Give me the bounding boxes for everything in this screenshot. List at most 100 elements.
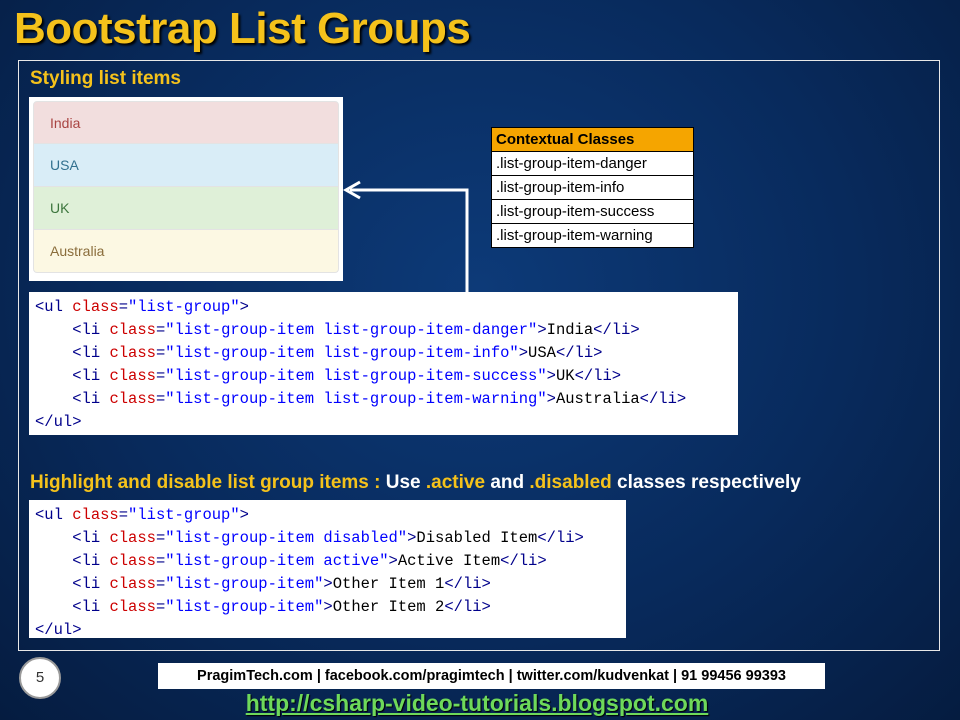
code-token: > [546,367,556,385]
code-token: > [239,298,249,316]
code-token: <ul [35,506,73,524]
code-token: = [155,575,166,593]
contextual-classes-table: Contextual Classes .list-group-item-dang… [491,127,694,248]
code-token: class [109,390,156,408]
table-row: .list-group-item-warning [491,223,694,248]
code-token: Active Item [397,552,501,570]
code-line: <li class="list-group-item list-group-it… [35,342,732,365]
list-group-demo: India USA UK Australia [29,97,343,281]
list-item-danger: India [33,101,339,144]
code-token: Australia [555,390,640,408]
table-row: .list-group-item-danger [491,151,694,176]
code-token: India [546,321,594,339]
code-token: = [155,367,166,385]
code-token: class [109,575,156,593]
code-token: <li [72,552,110,570]
code-token: "list-group-item active" [165,552,389,570]
code-token: </li> [574,367,622,385]
code-token: class [109,552,156,570]
heading-part: .disabled [529,472,612,493]
code-token: <li [72,575,110,593]
code-token: </li> [537,529,584,547]
code-token: </li> [500,552,547,570]
code-token: class [109,598,156,616]
code-token: = [155,321,166,339]
code-token: "list-group-item" [165,598,324,616]
code-line: <li class="list-group-item disabled">Dis… [35,527,620,550]
code-token: "list-group-item list-group-item-info" [165,344,519,362]
list-item-info: USA [33,144,339,187]
code-block-contextual: <ul class="list-group"> <li class="list-… [29,292,738,435]
table-row: .list-group-item-success [491,199,694,224]
heading-part: .active [425,472,486,493]
code-token: > [546,390,556,408]
code-line: <li class="list-group-item active">Activ… [35,550,620,573]
code-token: "list-group-item list-group-item-danger" [165,321,538,339]
code-token: = [155,390,166,408]
code-token: = [118,298,129,316]
code-token: </li> [444,575,491,593]
code-line: <ul class="list-group"> [35,504,620,527]
code-token: </li> [555,344,603,362]
code-token: > [537,321,547,339]
code-line: </ul> [35,619,620,642]
code-token: <li [72,367,110,385]
code-token: = [118,506,129,524]
code-token: class [72,298,119,316]
code-token: </li> [593,321,640,339]
code-block-active-disabled: <ul class="list-group"> <li class="list-… [29,500,626,639]
code-token: </li> [639,390,687,408]
code-token: > [388,552,398,570]
code-line: <li class="list-group-item">Other Item 1… [35,573,620,596]
list-item-success: UK [33,187,339,230]
code-token: UK [555,367,575,385]
footer-contact: PragimTech.com | facebook.com/pragimtech… [158,663,825,689]
code-token: class [109,529,156,547]
code-token: "list-group-item list-group-item-warning… [165,390,547,408]
code-token: <li [72,321,110,339]
table-row: .list-group-item-info [491,175,694,200]
code-token: > [518,344,529,362]
code-token: class [109,321,156,339]
code-token: = [155,529,166,547]
code-token: class [109,344,156,362]
code-token: </ul> [35,413,82,431]
code-line: <li class="list-group-item list-group-it… [35,319,732,342]
section-heading-styling: Styling list items [30,68,181,89]
footer-url-link[interactable]: http://csharp-video-tutorials.blogspot.c… [0,690,954,717]
code-token: class [109,367,156,385]
table-header: Contextual Classes [491,127,694,152]
code-token: </ul> [35,621,82,639]
code-token: "list-group" [128,506,240,524]
heading-part: Highlight and disable list group items : [30,472,386,493]
section-heading-highlight: Highlight and disable list group items :… [30,472,801,494]
code-token: <li [72,598,110,616]
code-line: </ul> [35,411,732,434]
code-token: Other Item 1 [332,575,445,593]
code-token: USA [528,344,556,362]
code-token: "list-group-item" [165,575,324,593]
code-token: "list-group-item list-group-item-success… [165,367,547,385]
code-token: <ul [35,298,73,316]
code-token: > [323,575,333,593]
code-token: = [155,344,166,362]
list-item-warning: Australia [33,230,339,273]
code-line: <ul class="list-group"> [35,296,732,319]
code-token: Disabled Item [416,529,538,547]
code-line: <li class="list-group-item">Other Item 2… [35,596,620,619]
heading-part: and [485,472,530,493]
code-token: = [155,598,166,616]
code-line: <li class="list-group-item list-group-it… [35,365,732,388]
code-token: "list-group-item disabled" [165,529,408,547]
code-token: class [72,506,119,524]
code-token: "list-group" [128,298,240,316]
code-token: Other Item 2 [332,598,445,616]
